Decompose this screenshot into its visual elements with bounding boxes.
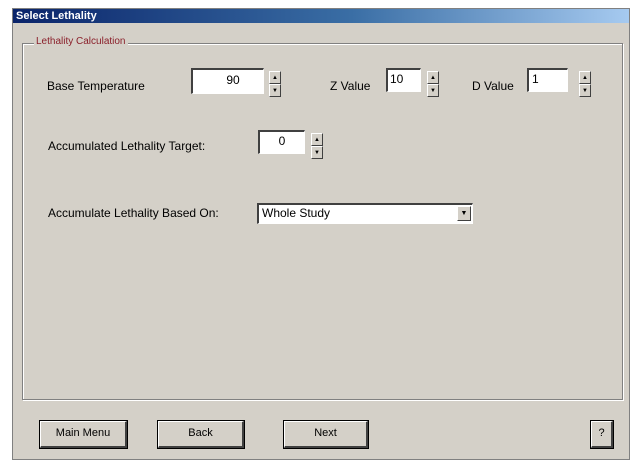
spin-down-icon[interactable]: ▼ [579, 84, 591, 97]
base-temperature-spinner[interactable]: ▲ ▼ [269, 71, 281, 97]
accumulate-based-on-value: Whole Study [262, 206, 331, 220]
d-value-input[interactable]: 1 [527, 68, 568, 92]
dropdown-arrow-icon[interactable]: ▼ [457, 206, 471, 221]
accumulated-target-spinner[interactable]: ▲ ▼ [311, 133, 323, 159]
z-value-label: Z Value [330, 79, 371, 93]
d-value-label: D Value [472, 79, 514, 93]
accumulate-based-on-select[interactable]: Whole Study ▼ [257, 203, 473, 224]
z-value-input[interactable]: 10 [386, 68, 421, 92]
spin-down-icon[interactable]: ▼ [427, 84, 439, 97]
select-lethality-window: Select Lethality Lethality Calculation B… [12, 8, 630, 460]
window-title: Select Lethality [13, 9, 629, 23]
spin-up-icon[interactable]: ▲ [427, 71, 439, 84]
base-temperature-input[interactable]: 90 [191, 68, 264, 94]
back-button[interactable]: Back [157, 420, 245, 449]
accumulate-based-on-label: Accumulate Lethality Based On: [48, 206, 219, 220]
spin-up-icon[interactable]: ▲ [579, 71, 591, 84]
group-legend: Lethality Calculation [34, 36, 128, 47]
spin-up-icon[interactable]: ▲ [311, 133, 323, 146]
base-temperature-label: Base Temperature [47, 79, 145, 93]
help-button[interactable]: ? [590, 420, 614, 449]
accumulated-target-input[interactable]: 0 [258, 130, 305, 154]
spin-down-icon[interactable]: ▼ [269, 84, 281, 97]
accumulated-target-label: Accumulated Lethality Target: [48, 139, 206, 153]
z-value-spinner[interactable]: ▲ ▼ [427, 71, 439, 97]
d-value-spinner[interactable]: ▲ ▼ [579, 71, 591, 97]
spin-down-icon[interactable]: ▼ [311, 146, 323, 159]
spin-up-icon[interactable]: ▲ [269, 71, 281, 84]
main-menu-button[interactable]: Main Menu [39, 420, 128, 449]
next-button[interactable]: Next [283, 420, 369, 449]
